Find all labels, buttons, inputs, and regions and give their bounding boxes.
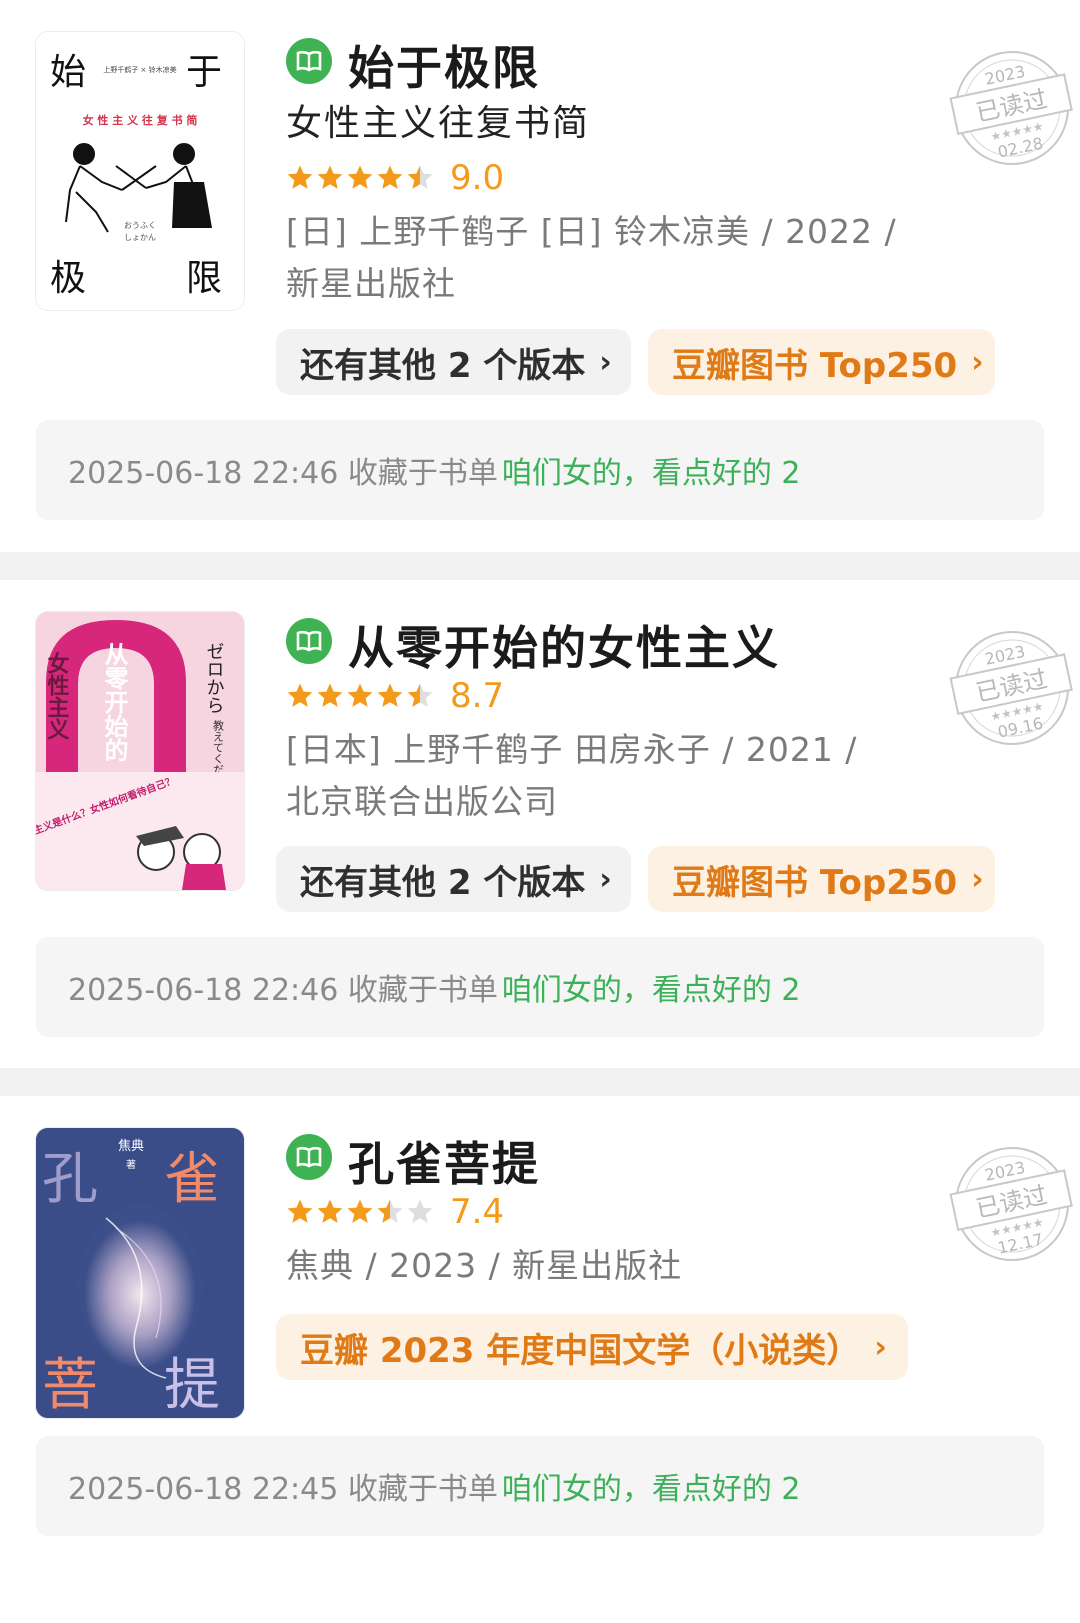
cover-art: 女性主义 从零开始的 ゼロから 教えてください！ 女性主义是什么？女性如何看待自… (36, 612, 244, 890)
chevron-right-icon: › (874, 1329, 887, 1365)
other-editions-button[interactable]: 还有其他 2 个版本 › (276, 329, 631, 395)
star-icon (317, 165, 343, 189)
book-item[interactable]: 始 于 极 限 上野千鹤子 × 铃木凉美 女 性 主 义 往 复 书 简 おうふ… (0, 0, 1080, 552)
cover-char: 孔 (42, 1147, 98, 1212)
chevron-right-icon: › (599, 861, 612, 897)
chevron-right-icon: › (971, 861, 984, 897)
rating: 9.0 (286, 158, 504, 198)
star-icon (317, 683, 343, 707)
ebook-icon (286, 38, 332, 84)
cover-char: 极 (50, 258, 86, 299)
booklist-link[interactable]: 咱们女的，看点好的 2 (502, 965, 801, 1009)
cover-char: 雀 (164, 1147, 220, 1212)
rating: 7.4 (286, 1192, 504, 1232)
chevron-right-icon: › (599, 344, 612, 380)
star-icon (287, 165, 313, 189)
rating-score: 9.0 (450, 158, 505, 198)
star-icon (347, 1199, 373, 1223)
star-icon (287, 683, 313, 707)
book-meta: 焦典 / 2023 / 新星出版社 (286, 1246, 683, 1285)
book-cover[interactable]: 孔 雀 菩 提 焦典 著 (36, 1128, 244, 1418)
cover-kana: しょかん (124, 233, 156, 242)
chip-label: 豆瓣 2023 年度中国文学（小说类） (300, 1330, 861, 1371)
collection-note: 2025-06-18 22:46 收藏于书单 咱们女的，看点好的 2 (36, 937, 1044, 1037)
star-icon (377, 1199, 403, 1223)
star-icon (347, 165, 373, 189)
cover-author-suffix: 著 (126, 1158, 136, 1171)
book-meta: [日] 上野千鹤子 [日] 铃木凉美 / 2022 / 新星出版社 (286, 212, 897, 303)
cover-char: 限 (186, 258, 222, 299)
rating: 8.7 (286, 676, 504, 716)
rating-stars (286, 682, 434, 710)
annual-list-badge-button[interactable]: 豆瓣 2023 年度中国文学（小说类） › (276, 1314, 908, 1380)
rating-stars (286, 1198, 434, 1226)
book-cover[interactable]: 始 于 极 限 上野千鹤子 × 铃木凉美 女 性 主 义 往 复 书 简 おうふ… (36, 32, 244, 310)
rating-score: 7.4 (450, 1192, 505, 1232)
cover-char: 提 (164, 1353, 220, 1418)
book-subtitle: 女性主义往复书简 (286, 103, 591, 144)
read-stamp: 2023 已读过 ★★★★★ 09.16 (949, 631, 1073, 745)
booklist-link[interactable]: 咱们女的，看点好的 2 (502, 448, 801, 492)
read-stamp: 2023 已读过 ★★★★★ 02.28 (949, 51, 1073, 165)
star-icon (287, 1199, 313, 1223)
top250-badge-button[interactable]: 豆瓣图书 Top250 › (648, 846, 995, 912)
book-title[interactable]: 从零开始的女性主义 (348, 612, 780, 678)
star-icon (407, 165, 433, 189)
ebook-icon (286, 1134, 332, 1180)
cover-art: 始 于 极 限 上野千鹤子 × 铃木凉美 女 性 主 义 往 复 书 简 おうふ… (36, 32, 244, 310)
star-icon (407, 683, 433, 707)
booklist-link[interactable]: 咱们女的，看点好的 2 (502, 1464, 801, 1508)
cover-kana: おうふく (124, 221, 156, 230)
divider (0, 1068, 1080, 1096)
divider (0, 552, 1080, 580)
top250-badge-button[interactable]: 豆瓣图书 Top250 › (648, 329, 995, 395)
book-item[interactable]: 孔 雀 菩 提 焦典 著 孔雀菩提 7.4 焦典 / 2023 / 新星出版社 … (0, 1096, 1080, 1623)
note-time: 2025-06-18 22:46 收藏于书单 (68, 456, 498, 491)
chip-label: 豆瓣图书 Top250 (672, 862, 958, 903)
note-time: 2025-06-18 22:45 收藏于书单 (68, 1472, 498, 1507)
chip-label: 豆瓣图书 Top250 (672, 345, 958, 386)
cover-art: 孔 雀 菩 提 焦典 著 (36, 1128, 244, 1418)
star-icon (377, 683, 403, 707)
cover-char: 菩 (42, 1353, 98, 1418)
book-title[interactable]: 始于极限 (348, 32, 540, 98)
cover-tagline: 女 性 主 义 往 复 书 简 (83, 113, 198, 127)
book-item[interactable]: 女性主义 从零开始的 ゼロから 教えてください！ 女性主义是什么？女性如何看待自… (0, 580, 1080, 1068)
cover-title: 女性主义 (44, 651, 70, 740)
read-stamp: 2023 已读过 ★★★★★ 12.17 (949, 1147, 1073, 1261)
note-time: 2025-06-18 22:46 收藏于书单 (68, 973, 498, 1008)
collection-note: 2025-06-18 22:45 收藏于书单 咱们女的，看点好的 2 (36, 1436, 1044, 1536)
chip-label: 还有其他 2 个版本 (300, 345, 586, 386)
star-icon (347, 683, 373, 707)
collection-note: 2025-06-18 22:46 收藏于书单 咱们女的，看点好的 2 (36, 420, 1044, 520)
cover-char: 始 (50, 52, 86, 93)
star-icon (407, 1199, 433, 1223)
other-editions-button[interactable]: 还有其他 2 个版本 › (276, 846, 631, 912)
book-meta: [日本] 上野千鹤子 田房永子 / 2021 / 北京联合出版公司 (286, 730, 858, 821)
cover-authors: 上野千鹤子 × 铃木凉美 (103, 65, 176, 74)
chevron-right-icon: › (971, 344, 984, 380)
rating-score: 8.7 (450, 676, 505, 716)
ebook-icon (286, 618, 332, 664)
book-cover[interactable]: 女性主义 从零开始的 ゼロから 教えてください！ 女性主义是什么？女性如何看待自… (36, 612, 244, 890)
cover-author: 焦典 (118, 1139, 144, 1154)
rating-stars (286, 164, 434, 192)
star-icon (377, 165, 403, 189)
cover-jp: ゼロから (204, 642, 225, 714)
cover-char: 于 (186, 52, 222, 93)
chip-label: 还有其他 2 个版本 (300, 862, 586, 903)
cover-title: 从零开始的 (100, 642, 129, 762)
star-icon (317, 1199, 343, 1223)
book-title[interactable]: 孔雀菩提 (348, 1128, 540, 1194)
